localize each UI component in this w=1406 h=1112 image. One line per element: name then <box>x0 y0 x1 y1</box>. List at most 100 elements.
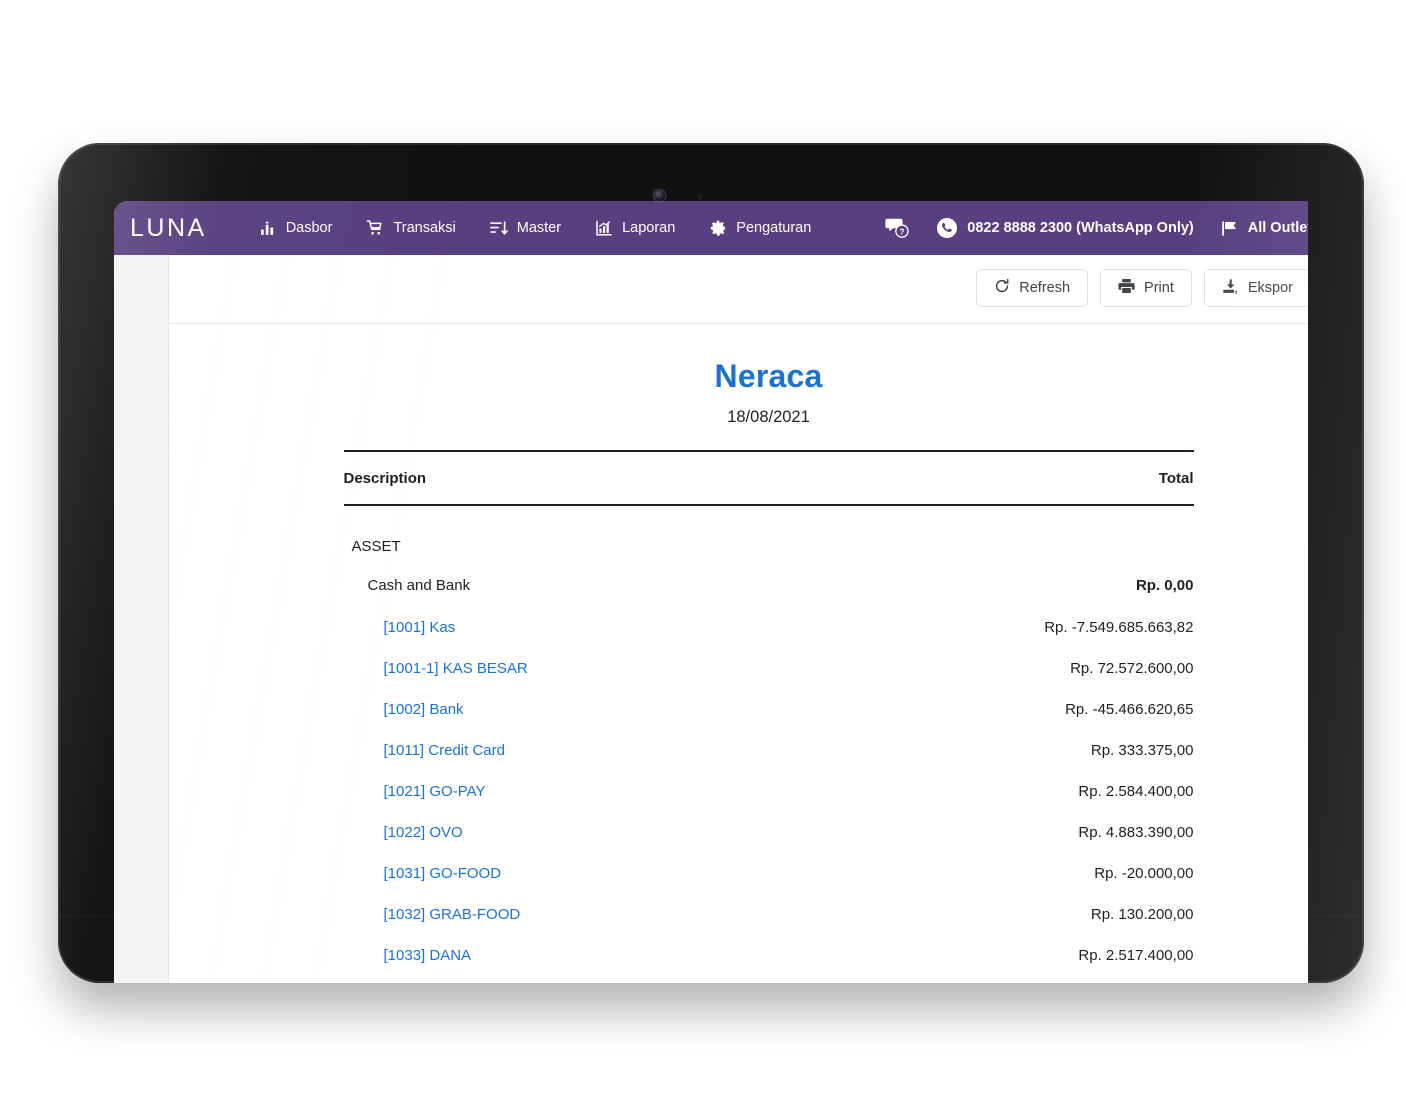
report-panel: Neraca 18/08/2021 Description Total ASSE… <box>169 324 1308 976</box>
account-link[interactable]: [1011] Credit Card <box>384 742 505 759</box>
whatsapp-label: 0822 8888 2300 (WhatsApp Only) <box>967 220 1194 236</box>
column-header-total: Total <box>768 450 1194 506</box>
download-icon <box>1222 278 1239 299</box>
nav-item-laporan[interactable]: Laporan <box>578 220 692 237</box>
row-total: Rp. -45.466.620,65 <box>1065 701 1194 718</box>
table-header-row: Description Total <box>343 450 1194 506</box>
row-total: Rp. 130.200,00 <box>1090 906 1194 923</box>
print-button-label: Print <box>1144 280 1174 296</box>
nav-item-master[interactable]: Master <box>473 220 578 236</box>
report-title: Neraca <box>714 358 823 394</box>
table-row: [1022] OVO Rp. 4.883.390,00 <box>344 812 1194 853</box>
row-total: Rp. 2.517.400,00 <box>1078 947 1194 964</box>
chart-trend-icon <box>595 220 613 237</box>
screenshot-stage: LUNA Dasbor Transaksi Master Laporan Pen… <box>0 0 1406 1112</box>
svg-text:?: ? <box>900 227 905 236</box>
table-row: [1001] Kas Rp. -7.549.685.663,82 <box>344 607 1194 648</box>
row-description: Cash and Bank <box>367 577 471 594</box>
app-body: Refresh Print Ekspor Neraca 18/08/2021 D… <box>114 255 1308 983</box>
app-window: LUNA Dasbor Transaksi Master Laporan Pen… <box>114 201 1308 983</box>
export-button[interactable]: Ekspor <box>1203 269 1308 307</box>
table-row: [1031] GO-FOOD Rp. -20.000,00 <box>344 853 1194 894</box>
account-link[interactable]: [1001] Kas <box>384 619 456 636</box>
table-row: [1001-1] KAS BESAR Rp. 72.572.600,00 <box>344 648 1194 689</box>
table-header: Description Total <box>343 450 1194 506</box>
nav-item-master-label: Master <box>516 220 562 236</box>
export-button-label: Ekspor <box>1247 280 1293 296</box>
nav-item-transaksi-label: Transaksi <box>393 220 456 236</box>
table-row: [1002] Bank Rp. -45.466.620,65 <box>344 689 1194 730</box>
nav-item-transaksi[interactable]: Transaksi <box>349 219 472 237</box>
gear-icon <box>709 219 727 237</box>
balance-sheet-table: Description Total ASSET Cash and Bank Rp. … <box>343 450 1194 976</box>
row-description: [1021] GO-PAY <box>344 771 769 812</box>
column-header-description: Description <box>343 450 769 506</box>
printer-icon <box>1118 278 1135 298</box>
ambient-sensor-icon <box>697 194 703 200</box>
refresh-icon <box>994 278 1010 298</box>
account-link[interactable]: [1022] OVO <box>384 824 463 841</box>
row-description: [1033] DANA <box>344 935 769 976</box>
row-total: Rp. 333.375,00 <box>1090 742 1194 759</box>
table-row: [1011] Credit Card Rp. 333.375,00 <box>344 730 1194 771</box>
brand-logo[interactable]: LUNA <box>130 213 207 242</box>
account-link[interactable]: [1001-1] KAS BESAR <box>384 660 528 677</box>
account-link[interactable]: [1031] GO-FOOD <box>384 865 502 882</box>
row-description: [1001-1] KAS BESAR <box>344 648 769 689</box>
table-row: [1032] GRAB-FOOD Rp. 130.200,00 <box>344 894 1194 935</box>
nav-item-pengaturan[interactable]: Pengaturan <box>692 219 828 237</box>
row-description: [1032] GRAB-FOOD <box>344 894 769 935</box>
refresh-button[interactable]: Refresh <box>976 269 1089 307</box>
front-camera-icon <box>654 190 665 201</box>
secondary-nav: ? 0822 8888 2300 (WhatsApp Only) All Out… <box>872 217 1308 240</box>
row-description: ASSET <box>351 538 401 555</box>
nav-item-dasbor[interactable]: Dasbor <box>243 220 350 237</box>
account-link[interactable]: [1033] DANA <box>384 947 472 964</box>
row-description: [1031] GO-FOOD <box>344 853 769 894</box>
row-description: [1002] Bank <box>344 689 769 730</box>
outlet-label: All Outlet <box>1247 220 1308 236</box>
help-button[interactable]: ? <box>872 217 923 239</box>
nav-item-laporan-label: Laporan <box>622 220 676 236</box>
table-row: Cash and Bank Rp. 0,00 <box>344 564 1194 607</box>
account-link[interactable]: [1032] GRAB-FOOD <box>384 906 521 923</box>
main-content: Refresh Print Ekspor Neraca 18/08/2021 D… <box>169 255 1308 983</box>
row-total: Rp. -20.000,00 <box>1094 865 1194 882</box>
whatsapp-icon <box>936 217 958 239</box>
table-row: ASSET <box>344 505 1194 564</box>
row-total: Rp. 4.883.390,00 <box>1078 824 1194 841</box>
primary-nav: Dasbor Transaksi Master Laporan Pengatur… <box>243 219 829 237</box>
row-total: Rp. -7.549.685.663,82 <box>1044 619 1194 636</box>
brand-logo-text: LUNA <box>130 213 207 242</box>
bezel-seam <box>58 916 1364 917</box>
report-toolbar: Refresh Print Ekspor <box>169 255 1308 323</box>
sidebar-rail <box>114 255 169 983</box>
table-row: [1033] DANA Rp. 2.517.400,00 <box>344 935 1194 976</box>
nav-item-pengaturan-label: Pengaturan <box>736 220 812 236</box>
account-link[interactable]: [1002] Bank <box>384 701 464 718</box>
row-total: Rp. 2.584.400,00 <box>1078 783 1194 800</box>
row-description: [1011] Credit Card <box>344 730 769 771</box>
row-total: Rp. 72.572.600,00 <box>1070 660 1194 677</box>
nav-item-dasbor-label: Dasbor <box>285 220 333 236</box>
report-body: Neraca 18/08/2021 Description Total ASSE… <box>343 358 1194 976</box>
print-button[interactable]: Print <box>1100 269 1192 307</box>
table-body: ASSET Cash and Bank Rp. 0,00 [1001] Kas Rp. … <box>344 505 1194 976</box>
report-date: 18/08/2021 <box>727 408 810 426</box>
row-total <box>769 505 1194 564</box>
outlet-selector[interactable]: All Outlet <box>1207 219 1308 238</box>
tablet-screen: LUNA Dasbor Transaksi Master Laporan Pen… <box>114 201 1308 983</box>
account-link[interactable]: [1021] GO-PAY <box>384 783 486 800</box>
table-row: [1021] GO-PAY Rp. 2.584.400,00 <box>344 771 1194 812</box>
row-total: Rp. 0,00 <box>1135 577 1194 594</box>
whatsapp-contact[interactable]: 0822 8888 2300 (WhatsApp Only) <box>923 217 1206 239</box>
top-navbar: LUNA Dasbor Transaksi Master Laporan Pen… <box>114 201 1308 255</box>
refresh-button-label: Refresh <box>1019 280 1071 296</box>
help-chat-icon: ? <box>885 217 910 239</box>
bar-chart-icon <box>260 220 277 237</box>
sort-descending-icon <box>489 220 508 236</box>
shopping-cart-icon <box>366 219 384 237</box>
tablet-device-frame: LUNA Dasbor Transaksi Master Laporan Pen… <box>58 143 1364 983</box>
flag-icon <box>1220 219 1239 238</box>
row-description: [1001] Kas <box>344 607 769 648</box>
